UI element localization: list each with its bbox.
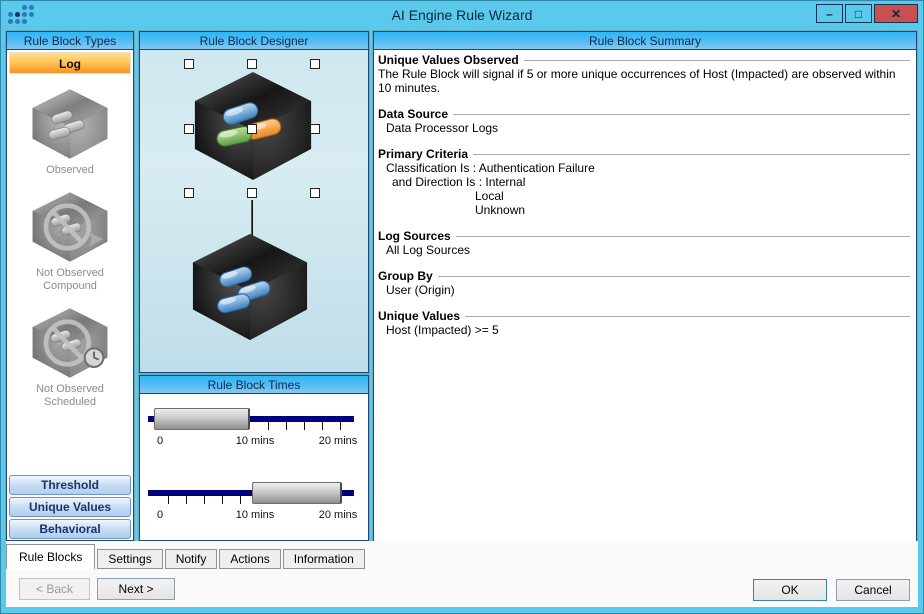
section-heading: Group By — [378, 269, 433, 283]
section-heading: Data Source — [378, 107, 448, 121]
type-item-not-observed-scheduled[interactable]: Not Observed Scheduled — [7, 307, 133, 409]
designer-canvas[interactable] — [140, 50, 368, 372]
type-item-label: Not Observed Compound — [7, 267, 133, 293]
tab-information[interactable]: Information — [283, 549, 365, 569]
section-line: All Log Sources — [378, 243, 912, 257]
threshold-type-button[interactable]: Threshold — [9, 475, 131, 495]
section-divider — [473, 154, 910, 155]
tick-mark — [322, 422, 323, 430]
wizard-tabstrip: Rule Blocks Settings Notify Actions Info… — [6, 544, 367, 569]
type-item-label: Not Observed Scheduled — [7, 383, 133, 409]
type-item-observed[interactable]: Observed — [7, 88, 133, 177]
slider-tick-label: 0 — [157, 435, 163, 447]
time-range-slider[interactable] — [252, 482, 342, 504]
type-item-not-observed-compound[interactable]: Not Observed Compound — [7, 191, 133, 293]
section-line: Data Processor Logs — [378, 121, 912, 135]
tick-mark — [304, 422, 305, 430]
minimize-button[interactable]: – — [816, 4, 843, 23]
tick-mark — [204, 496, 205, 504]
summary-section-group-by: Group By User (Origin) — [378, 269, 912, 297]
section-line: Local — [378, 189, 912, 203]
back-button[interactable]: < Back — [19, 578, 90, 600]
summary-section-primary-criteria: Primary Criteria Classification Is : Aut… — [378, 147, 912, 217]
rule-block-times-panel: Rule Block Times 0 10 mins 20 mins 0 10 … — [139, 375, 369, 541]
tab-rule-blocks[interactable]: Rule Blocks — [6, 544, 95, 569]
section-line: Classification Is : Authentication Failu… — [378, 161, 912, 175]
rule-block-designer-header: Rule Block Designer — [140, 32, 368, 50]
rule-block-summary-panel: Rule Block Summary Unique Values Observe… — [373, 31, 917, 543]
section-divider — [524, 60, 910, 61]
selection-handle[interactable] — [184, 124, 194, 134]
summary-section-log-sources: Log Sources All Log Sources — [378, 229, 912, 257]
selection-handle[interactable] — [247, 59, 257, 69]
section-line: Host (Impacted) >= 5 — [378, 323, 912, 337]
tick-mark — [268, 422, 269, 430]
slider-tick-label: 0 — [157, 509, 163, 521]
type-item-label: Observed — [7, 164, 133, 177]
tick-mark — [340, 422, 341, 430]
rule-block-summary-header: Rule Block Summary — [374, 32, 916, 50]
selection-handle[interactable] — [184, 188, 194, 198]
section-divider — [453, 114, 910, 115]
tick-mark — [240, 496, 241, 504]
tick-mark — [168, 496, 169, 504]
minimize-icon: – — [826, 7, 833, 21]
rule-block-designer-panel: Rule Block Designer — [139, 31, 369, 373]
log-type-button[interactable]: Log — [9, 52, 131, 74]
close-button[interactable]: ✕ — [874, 4, 918, 23]
section-divider — [465, 316, 910, 317]
slider-tick-label: 20 mins — [319, 509, 358, 521]
section-divider — [438, 276, 910, 277]
section-line: The Rule Block will signal if 5 or more … — [378, 67, 912, 95]
selection-handle[interactable] — [310, 188, 320, 198]
unique-values-type-button[interactable]: Unique Values — [9, 497, 131, 517]
observed-cube-icon — [30, 88, 110, 160]
not-observed-compound-cube-icon — [30, 191, 110, 263]
footer-area: Rule Blocks Settings Notify Actions Info… — [6, 541, 918, 607]
window-title: AI Engine Rule Wizard — [1, 7, 923, 23]
slider-tick-label: 20 mins — [319, 435, 358, 447]
close-icon: ✕ — [891, 7, 901, 21]
rule-block-types-header: Rule Block Types — [7, 32, 133, 50]
tick-mark — [186, 496, 187, 504]
behavioral-type-button[interactable]: Behavioral — [9, 519, 131, 539]
rule-block-times-header: Rule Block Times — [140, 376, 368, 394]
time-range-slider[interactable] — [154, 408, 250, 430]
tab-settings[interactable]: Settings — [97, 549, 162, 569]
section-line: Unknown — [378, 203, 912, 217]
summary-section-unique-values-observed: Unique Values Observed The Rule Block wi… — [378, 53, 912, 95]
title-bar: AI Engine Rule Wizard – □ ✕ — [1, 1, 923, 30]
slider-tick-label: 10 mins — [236, 435, 275, 447]
section-heading: Unique Values Observed — [378, 53, 519, 67]
cancel-button[interactable]: Cancel — [836, 579, 910, 601]
maximize-icon: □ — [855, 7, 862, 21]
selection-handle[interactable] — [247, 124, 257, 134]
tick-mark — [286, 422, 287, 430]
ok-button[interactable]: OK — [753, 579, 827, 601]
section-heading: Primary Criteria — [378, 147, 468, 161]
selection-handle[interactable] — [310, 124, 320, 134]
rule-block-cube[interactable] — [188, 232, 312, 342]
selection-handle[interactable] — [247, 188, 257, 198]
next-button[interactable]: Next > — [97, 578, 175, 600]
summary-section-data-source: Data Source Data Processor Logs — [378, 107, 912, 135]
tab-notify[interactable]: Notify — [165, 549, 218, 569]
summary-section-unique-values: Unique Values Host (Impacted) >= 5 — [378, 309, 912, 337]
section-divider — [456, 236, 910, 237]
selection-handle[interactable] — [184, 59, 194, 69]
tab-actions[interactable]: Actions — [219, 549, 280, 569]
rule-block-types-panel: Rule Block Types Log Observed — [6, 31, 134, 541]
section-heading: Unique Values — [378, 309, 460, 323]
selection-handle[interactable] — [310, 59, 320, 69]
ai-engine-rule-wizard-window: AI Engine Rule Wizard – □ ✕ Rule Block T… — [0, 0, 924, 614]
section-line: and Direction Is : Internal — [378, 175, 912, 189]
slider-tick-label: 10 mins — [236, 509, 275, 521]
section-heading: Log Sources — [378, 229, 451, 243]
maximize-button[interactable]: □ — [845, 4, 872, 23]
section-line: User (Origin) — [378, 283, 912, 297]
not-observed-scheduled-cube-icon — [30, 307, 110, 379]
tick-mark — [222, 496, 223, 504]
